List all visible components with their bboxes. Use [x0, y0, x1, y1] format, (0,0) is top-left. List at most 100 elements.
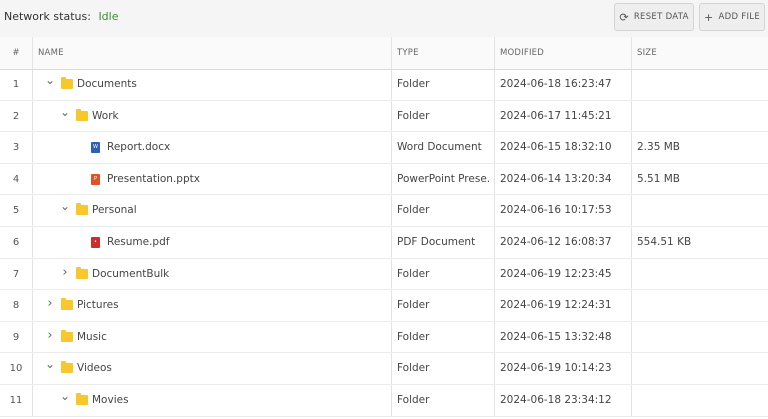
item-name: Pictures — [77, 299, 119, 312]
row-number: 7 — [12, 268, 20, 280]
size-cell — [637, 353, 757, 384]
row-number: 9 — [12, 331, 20, 343]
name-cell[interactable]: P Presentation.pptx — [33, 164, 391, 195]
folder-icon — [61, 77, 73, 89]
name-cell[interactable]: ⌄ Movies — [33, 385, 391, 416]
size-cell — [637, 290, 757, 321]
table-row[interactable]: 6 • Resume.pdf PDF Document 2024-06-12 16:08… — [0, 227, 768, 259]
table-row[interactable]: 7 › DocumentBulk Folder 2024-06-19 12:23:45 — [0, 258, 768, 291]
modified-cell: 2024-06-14 13:20:34 — [500, 172, 612, 185]
folder-icon — [61, 361, 73, 374]
type-cell: PowerPoint Prese... — [397, 172, 489, 185]
folder-icon — [61, 329, 73, 342]
row-number: 1 — [12, 79, 20, 90]
name-cell[interactable]: › DocumentBulk — [33, 259, 391, 290]
modified-cell: 2024-06-18 23:34:12 — [500, 394, 612, 406]
name-cell[interactable]: W Report.docx — [33, 132, 391, 163]
reset-data-label: RESET DATA — [633, 12, 689, 22]
folder-icon — [76, 108, 88, 121]
chevron-down-icon[interactable]: ⌄ — [45, 74, 55, 86]
name-cell[interactable]: ⌄ Documents — [33, 69, 391, 100]
size-cell — [637, 195, 757, 226]
item-name: Work — [92, 109, 119, 122]
size-cell: 554.51 KB — [637, 236, 692, 248]
grid-header: # NAME TYPE MODIFIED SIZE — [0, 37, 768, 70]
item-name: Personal — [92, 204, 137, 217]
size-cell — [637, 69, 757, 100]
name-cell[interactable]: ⌄ Personal — [33, 195, 391, 226]
size-cell: 2.35 MB — [637, 141, 680, 154]
name-cell[interactable]: • Resume.pdf — [33, 227, 391, 258]
chevron-down-icon[interactable]: ⌄ — [60, 200, 70, 212]
table-row[interactable]: 2 ⌄ Work Folder 2024-06-17 11:45:21 — [0, 100, 768, 133]
refresh-icon: ⟳ — [619, 10, 629, 24]
powerpoint-icon: P — [91, 173, 100, 185]
type-cell: Folder — [397, 394, 430, 406]
table-row[interactable]: 5 ⌄ Personal Folder 2024-06-16 10:17:53 — [0, 195, 768, 227]
item-name: Documents — [77, 78, 137, 90]
size-cell — [637, 322, 757, 353]
item-name: Report.docx — [107, 141, 171, 154]
item-name: Music — [77, 330, 107, 343]
folder-icon — [76, 266, 88, 279]
chevron-right-icon[interactable]: › — [45, 329, 55, 342]
table-row[interactable]: 8 › Pictures Folder 2024-06-19 12:24:31 — [0, 290, 768, 322]
chevron-down-icon[interactable]: ⌄ — [45, 358, 55, 370]
modified-cell: 2024-06-18 16:23:47 — [500, 78, 612, 90]
table-row[interactable]: 4 P Presentation.pptx PowerPoint Prese... 20… — [0, 163, 768, 196]
size-cell: 5.51 MB — [637, 172, 680, 185]
row-number: 3 — [12, 142, 20, 154]
table-row[interactable]: 11 ⌄ Movies Folder 2024-06-18 23:34:12 — [0, 385, 768, 417]
item-name: Resume.pdf — [107, 236, 170, 248]
item-name: Movies — [92, 394, 129, 406]
modified-cell: 2024-06-19 12:23:45 — [500, 267, 612, 280]
modified-cell: 2024-06-12 16:08:37 — [500, 236, 612, 248]
header-number: # — [12, 48, 20, 58]
reset-data-button[interactable]: ⟳ RESET DATA — [614, 3, 694, 31]
pdf-icon: • — [91, 237, 100, 248]
name-cell[interactable]: › Pictures — [33, 290, 391, 321]
type-cell: Folder — [397, 109, 430, 122]
type-cell: PDF Document — [397, 236, 476, 248]
name-cell[interactable]: ⌄ Videos — [33, 353, 391, 384]
item-name: DocumentBulk — [92, 267, 170, 280]
network-status-value: Idle — [98, 10, 119, 23]
chevron-right-icon[interactable]: › — [60, 266, 70, 279]
add-file-button[interactable]: + ADD FILE — [699, 3, 765, 31]
header-name[interactable]: NAME — [38, 37, 64, 69]
folder-icon — [61, 298, 73, 311]
type-cell: Folder — [397, 267, 430, 280]
modified-cell: 2024-06-16 10:17:53 — [500, 204, 612, 217]
table-row[interactable]: 9 › Music Folder 2024-06-15 13:32:48 — [0, 321, 768, 354]
type-cell: Word Document — [397, 141, 482, 154]
row-number: 6 — [12, 237, 20, 248]
row-number: 2 — [12, 110, 20, 122]
name-cell[interactable]: › Music — [33, 322, 391, 353]
type-cell: Folder — [397, 78, 430, 90]
network-status-label: Network status: — [4, 10, 91, 23]
chevron-down-icon[interactable]: ⌄ — [60, 390, 70, 402]
plus-icon: + — [703, 10, 714, 24]
folder-icon — [76, 203, 88, 216]
header-modified[interactable]: MODIFIED — [500, 37, 544, 69]
row-number: 8 — [12, 300, 20, 312]
table-row[interactable]: 3 W Report.docx Word Document 2024-06-15 18:… — [0, 132, 768, 164]
network-status: Network status: Idle — [4, 10, 119, 23]
modified-cell: 2024-06-17 11:45:21 — [500, 109, 612, 122]
folder-icon — [76, 393, 88, 405]
name-cell[interactable]: ⌄ Work — [33, 101, 391, 132]
item-name: Presentation.pptx — [107, 172, 200, 185]
type-cell: Folder — [397, 362, 430, 375]
size-cell — [637, 101, 757, 132]
chevron-right-icon[interactable]: › — [45, 297, 55, 310]
table-row[interactable]: 10 ⌄ Videos Folder 2024-06-19 10:14:23 — [0, 353, 768, 385]
type-cell: Folder — [397, 299, 430, 312]
type-cell: Folder — [397, 330, 430, 343]
size-cell — [637, 259, 757, 290]
row-number: 4 — [12, 173, 20, 185]
header-type[interactable]: TYPE — [397, 37, 419, 69]
chevron-down-icon[interactable]: ⌄ — [60, 106, 70, 118]
table-row[interactable]: 1 ⌄ Documents Folder 2024-06-18 16:23:47 — [0, 69, 768, 101]
add-file-label: ADD FILE — [718, 12, 761, 22]
header-size[interactable]: SIZE — [637, 37, 657, 69]
